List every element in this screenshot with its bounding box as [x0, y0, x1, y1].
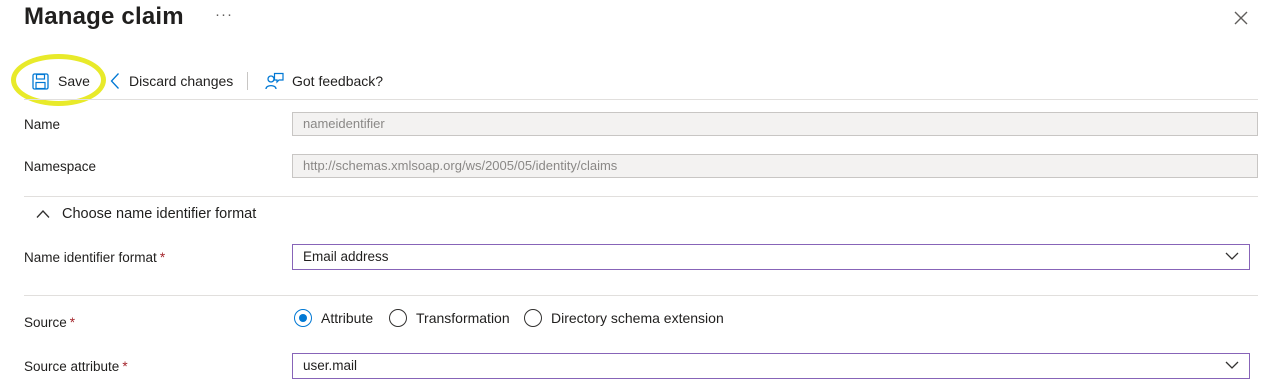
source-attribute-value: user.mail — [303, 358, 358, 373]
got-feedback-button[interactable]: Got feedback? — [265, 70, 383, 92]
name-identifier-format-dropdown[interactable]: Email address — [292, 244, 1250, 270]
choose-name-identifier-format-section[interactable]: Choose name identifier format — [36, 206, 256, 222]
section-divider — [24, 196, 1258, 197]
save-button[interactable]: Save — [32, 70, 90, 92]
toolbar-divider — [24, 99, 1258, 100]
radio-unselected-icon — [524, 309, 542, 327]
radio-label: Directory schema extension — [551, 310, 724, 326]
required-asterisk: * — [122, 359, 128, 374]
toolbar-separator — [247, 72, 248, 90]
feedback-icon — [265, 72, 284, 89]
source-attribute-dropdown[interactable]: user.mail — [292, 353, 1250, 379]
more-options-button[interactable]: ··· — [215, 6, 233, 23]
radio-label: Attribute — [321, 310, 374, 326]
source-attribute-label: Source attribute * — [24, 359, 128, 374]
section-title: Choose name identifier format — [62, 206, 257, 222]
required-asterisk: * — [69, 315, 76, 330]
chevron-left-icon — [110, 73, 119, 89]
name-identifier-format-label-text: Name identifier format — [24, 250, 157, 265]
source-label: Source * — [24, 315, 75, 330]
name-identifier-format-label: Name identifier format * — [24, 250, 165, 265]
page-title: Manage claim — [24, 3, 184, 30]
chevron-down-icon — [1225, 361, 1239, 369]
chevron-up-icon — [36, 210, 50, 218]
got-feedback-label: Got feedback? — [292, 73, 384, 89]
namespace-label: Namespace — [24, 159, 97, 174]
source-radio-directory-schema-extension[interactable]: Directory schema extension — [524, 309, 724, 327]
save-icon — [32, 72, 49, 90]
required-asterisk: * — [159, 250, 166, 265]
discard-changes-label: Discard changes — [129, 73, 234, 89]
name-identifier-format-value: Email address — [303, 249, 389, 264]
source-label-text: Source — [24, 315, 67, 330]
save-label: Save — [58, 73, 90, 89]
source-attribute-label-text: Source attribute — [24, 359, 120, 374]
radio-unselected-icon — [389, 309, 407, 327]
name-field: nameidentifier — [292, 112, 1258, 136]
source-radio-transformation[interactable]: Transformation — [389, 309, 510, 327]
close-icon — [1234, 11, 1248, 25]
radio-selected-icon — [294, 309, 312, 327]
source-divider — [24, 295, 1258, 296]
chevron-down-icon — [1225, 252, 1239, 260]
name-label: Name — [24, 117, 61, 132]
source-radio-attribute[interactable]: Attribute — [294, 309, 373, 327]
close-button[interactable] — [1231, 8, 1251, 28]
radio-label: Transformation — [416, 310, 510, 326]
discard-changes-button[interactable]: Discard changes — [110, 70, 233, 92]
namespace-field: http://schemas.xmlsoap.org/ws/2005/05/id… — [292, 154, 1258, 178]
